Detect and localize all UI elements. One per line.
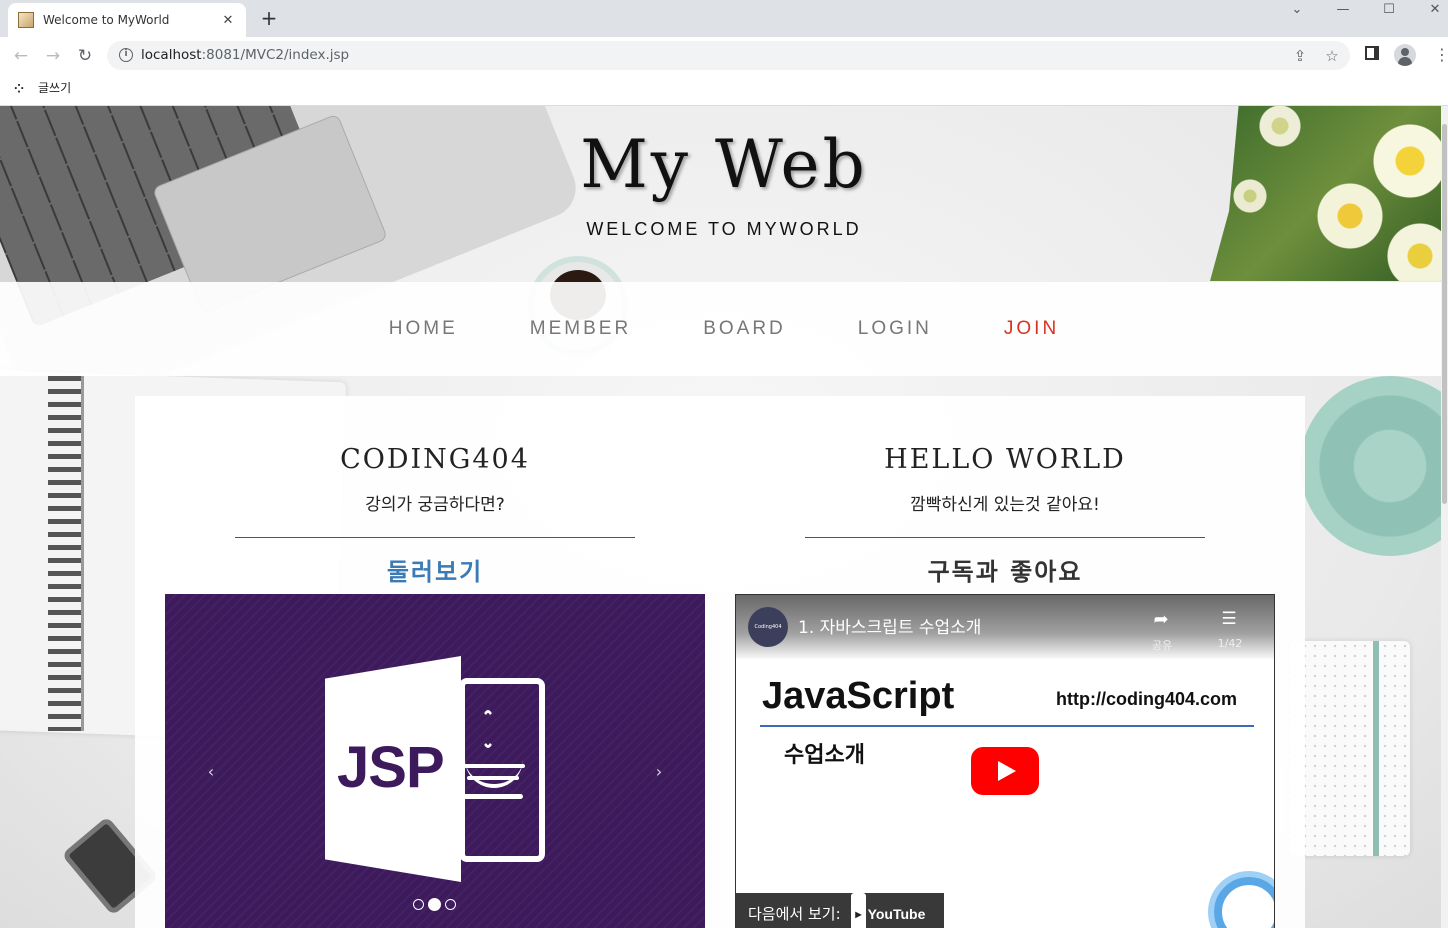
nav-board[interactable]: BOARD <box>703 318 786 340</box>
back-button[interactable]: ← <box>10 45 32 67</box>
playlist-icon[interactable]: ☰ <box>1214 609 1244 629</box>
course-carousel[interactable]: JSP ‹ › <box>165 594 705 928</box>
carousel-dot[interactable] <box>445 899 456 910</box>
browse-link[interactable]: 둘러보기 <box>165 552 705 587</box>
play-button[interactable] <box>971 747 1039 795</box>
side-panel-icon[interactable] <box>1365 46 1379 60</box>
tab-search-button[interactable]: ⌄ <box>1282 0 1312 20</box>
carousel-prev-button[interactable]: ‹ <box>201 762 221 781</box>
watch-on-label: 다음에서 보기: <box>748 905 841 923</box>
playlist-counter: 1/42 <box>1217 637 1243 650</box>
url-text: localhost:8081/MVC2/index.jsp <box>141 47 350 63</box>
bookmark-star-icon[interactable]: ☆ <box>1323 47 1341 65</box>
video-slide-rule <box>760 725 1254 727</box>
nav-join[interactable]: JOIN <box>1004 318 1059 340</box>
site-info-icon[interactable]: i <box>119 48 133 62</box>
close-tab-icon[interactable]: ✕ <box>220 13 236 28</box>
page-scrollbar[interactable] <box>1441 106 1448 928</box>
tab-title: Welcome to MyWorld <box>43 13 170 27</box>
right-divider <box>805 537 1205 538</box>
left-title: CODING404 <box>340 444 530 475</box>
spiral-decoration <box>48 376 84 731</box>
video-slide-heading: JavaScript <box>762 675 955 717</box>
carousel-dot[interactable] <box>413 899 424 910</box>
minimize-button[interactable]: — <box>1328 0 1358 20</box>
java-cup-icon <box>461 710 525 814</box>
bubbles-decoration <box>1214 877 1274 928</box>
carousel-dot-active[interactable] <box>428 898 441 911</box>
nav-home[interactable]: HOME <box>389 318 458 340</box>
carousel-next-button[interactable]: › <box>649 762 669 781</box>
channel-avatar[interactable]: Coding404 <box>748 607 788 647</box>
video-slide-url: http://coding404.com <box>1056 689 1238 709</box>
tab-strip: Welcome to MyWorld ✕ + ⌄ — ☐ ✕ <box>0 0 1448 37</box>
bookmark-item[interactable]: 글쓰기 <box>38 79 71 96</box>
main-nav: HOME MEMBER BOARD LOGIN JOIN <box>0 282 1448 376</box>
share-arrow-icon[interactable]: ➦ <box>1146 609 1176 630</box>
favicon-icon <box>18 12 34 28</box>
menu-dots-icon[interactable]: ⋮ <box>1434 45 1448 65</box>
bookmark-apps-icon[interactable]: ⁘ <box>14 82 24 96</box>
subscribe-heading: 구독과 좋아요 <box>927 558 1083 586</box>
jsp-logo-text: JSP <box>337 735 445 800</box>
video-slide-subtitle: 수업소개 <box>784 743 865 768</box>
forward-button[interactable]: → <box>42 45 64 67</box>
right-title: HELLO WORLD <box>884 444 1126 475</box>
maximize-button[interactable]: ☐ <box>1374 0 1404 20</box>
carousel-indicators <box>413 898 456 911</box>
nav-member[interactable]: MEMBER <box>530 318 631 340</box>
content-panel: CODING404 강의가 궁금하다면? 둘러보기 JSP ‹ › HELLO … <box>135 396 1305 928</box>
site-subtitle: WELCOME TO MYWORLD <box>586 219 862 239</box>
youtube-logo: YouTube <box>851 906 926 922</box>
watch-on-youtube-button[interactable]: 다음에서 보기: YouTube <box>736 893 944 928</box>
browser-tab[interactable]: Welcome to MyWorld ✕ <box>8 3 246 37</box>
address-bar[interactable]: i localhost:8081/MVC2/index.jsp ⇪ ☆ <box>107 41 1350 70</box>
share-label: 공유 <box>1151 639 1173 652</box>
video-top-bar: Coding404 1. 자바스크립트 수업소개 ➦ 공유 ☰ 1/42 <box>736 595 1274 659</box>
profile-avatar-icon[interactable] <box>1394 44 1416 66</box>
nav-login[interactable]: LOGIN <box>858 318 932 340</box>
left-subtitle: 강의가 궁금하다면? <box>365 495 505 515</box>
site-title: My Web <box>580 126 868 203</box>
left-divider <box>235 537 635 538</box>
right-subtitle: 깜빡하신게 있는것 같아요! <box>910 495 1100 515</box>
close-window-button[interactable]: ✕ <box>1420 0 1448 20</box>
dotted-notebook-decoration <box>1290 641 1410 856</box>
reload-button[interactable]: ↻ <box>74 45 96 67</box>
browser-toolbar: ← → ↻ i localhost:8081/MVC2/index.jsp ⇪ … <box>0 37 1448 74</box>
new-tab-button[interactable]: + <box>258 7 280 29</box>
youtube-embed[interactable]: JavaScript http://coding404.com 수업소개 Cod… <box>735 594 1275 928</box>
page-body: My Web WELCOME TO MYWORLD HOME MEMBER BO… <box>0 106 1448 928</box>
bookmarks-bar: ⁘ 글쓰기 <box>0 74 1448 106</box>
video-title[interactable]: 1. 자바스크립트 수업소개 <box>798 613 981 638</box>
share-icon[interactable]: ⇪ <box>1291 47 1309 65</box>
teapot-decoration <box>1300 376 1448 556</box>
